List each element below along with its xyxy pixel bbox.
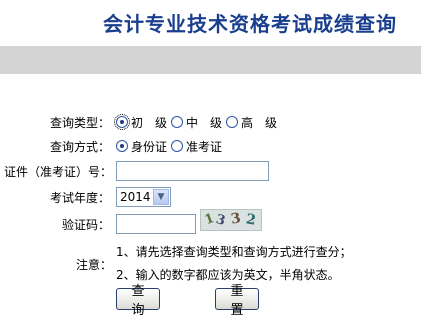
captcha-char: 3 [229,210,243,228]
query-type-row: 查询类型： 初 级 中 级 高 级 [0,111,421,133]
query-type-radio-intermediate[interactable] [171,116,184,128]
exam-year-value: 2014 [120,190,151,204]
captcha-char: 3 [214,212,227,229]
query-type-label: 查询类型： [49,115,110,130]
query-type-option-primary[interactable]: 初 级 [114,114,168,131]
id-number-input[interactable] [116,161,269,181]
page-title: 会计专业技术资格考试成绩查询 [103,12,397,36]
note-line-1: 1、请先选择查询类型和查询方式进行查分； [116,245,352,259]
id-number-row: 证件（准考证）号： [0,160,421,182]
reset-button[interactable]: 重 置 [215,284,259,318]
exam-year-label: 考试年度： [49,190,110,205]
query-method-option-id-card[interactable]: 身份证 [116,138,167,155]
query-method-radio-id-card[interactable] [116,140,128,152]
query-type-option-label: 高 级 [241,115,278,130]
query-method-option-admission[interactable]: 准考证 [171,138,222,155]
header-bar [0,46,421,74]
id-number-label: 证件（准考证）号： [3,164,112,179]
query-button[interactable]: 查 询 [116,284,160,318]
query-method-option-label: 身份证 [131,139,168,154]
exam-year-row: 考试年度： 2014 ▼ [0,186,421,208]
chevron-down-icon[interactable]: ▼ [153,189,169,205]
captcha-char: 2 [244,211,258,229]
query-method-radio-admission[interactable] [171,140,184,152]
query-method-option-label: 准考证 [186,139,223,154]
query-method-label: 查询方式： [49,139,110,154]
query-type-option-label: 初 级 [131,115,168,130]
query-type-option-label: 中 级 [186,115,223,130]
exam-year-select[interactable]: 2014 ▼ [116,187,171,207]
captcha-input[interactable] [116,214,196,234]
captcha-label: 验证码： [61,217,110,232]
query-type-radio-primary[interactable] [114,114,130,130]
query-method-row: 查询方式： 身份证 准考证 [0,135,421,157]
query-type-option-intermediate[interactable]: 中 级 [171,114,222,131]
query-type-option-senior[interactable]: 高 级 [226,114,277,131]
notes-label: 注意： [76,258,113,272]
captcha-row: 验证码： 1 3 3 2 [0,209,421,235]
captcha-image[interactable]: 1 3 3 2 [200,209,262,231]
query-type-radio-senior[interactable] [226,116,239,128]
